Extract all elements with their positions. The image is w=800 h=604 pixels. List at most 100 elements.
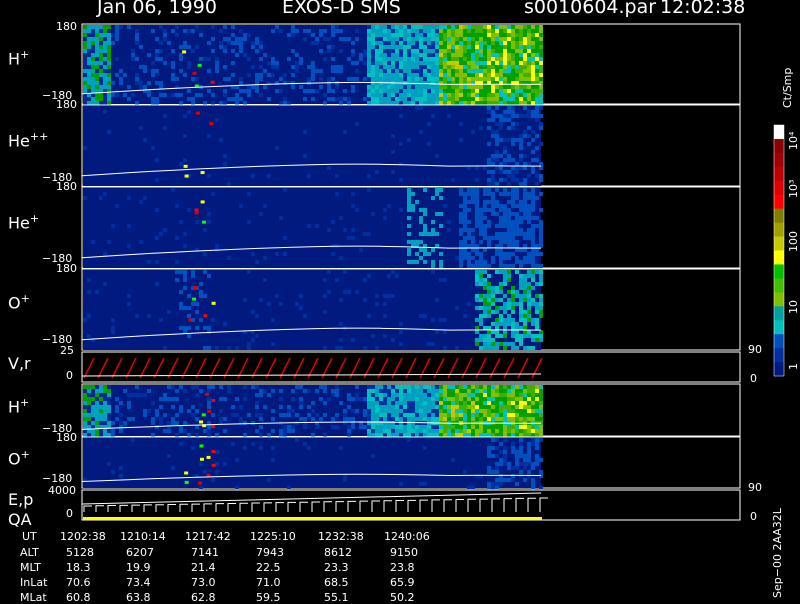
spectrogram-cell xyxy=(479,260,483,264)
spectrogram-cell xyxy=(415,429,419,433)
spectrogram-cell xyxy=(523,89,527,93)
spectrogram-cell xyxy=(91,240,95,244)
spectrogram-cell xyxy=(227,182,231,186)
spectrogram-cell xyxy=(479,294,483,298)
spectrogram-cell xyxy=(455,61,459,65)
spectrogram-cell xyxy=(375,89,379,93)
spectrogram-cell xyxy=(475,77,479,81)
spectrogram-cell xyxy=(375,65,379,69)
spectrogram-cell xyxy=(427,85,431,89)
spectrogram-cell xyxy=(423,25,427,29)
spectrogram-cell xyxy=(475,393,479,397)
spectrogram-cell xyxy=(507,97,511,101)
spectrogram-cell xyxy=(463,37,467,41)
spectrogram-cell xyxy=(527,33,531,37)
spectrogram-cell xyxy=(519,77,523,81)
spectrogram-cell xyxy=(163,37,167,41)
spectrogram-cell xyxy=(183,270,187,274)
spectrogram-cell xyxy=(371,454,375,458)
spectrogram-cell xyxy=(99,401,103,405)
spectrogram-cell xyxy=(111,330,115,334)
spectrogram-cell xyxy=(483,264,487,268)
spectrogram-cell xyxy=(531,101,535,105)
spectrogram-cell xyxy=(455,393,459,397)
spectrogram-cell xyxy=(523,256,527,260)
spectrogram-cell xyxy=(431,228,435,232)
spectrogram-cell xyxy=(371,41,375,45)
spectrogram-cell xyxy=(307,413,311,417)
spectrogram-cell xyxy=(495,122,499,126)
spectrogram-cell xyxy=(391,77,395,81)
spectrogram-cell xyxy=(523,29,527,33)
spectrogram-cell xyxy=(463,45,467,49)
spectrogram-cell xyxy=(339,101,343,105)
spectrogram-cell xyxy=(455,41,459,45)
spectrogram-cell xyxy=(223,429,227,433)
spectrogram-cell xyxy=(455,25,459,29)
spectrogram-cell xyxy=(207,174,211,178)
spectrogram-cell xyxy=(407,252,411,256)
spectrogram-cell xyxy=(411,33,415,37)
spectrogram-cell xyxy=(323,29,327,33)
spectrogram-cell xyxy=(415,33,419,37)
spectrogram-cell xyxy=(523,462,527,466)
spectrogram-cell xyxy=(107,130,111,134)
spectrogram-cell xyxy=(207,389,211,393)
spectrogram-cell xyxy=(435,89,439,93)
spectrogram-cell xyxy=(435,393,439,397)
spectrogram-cell xyxy=(327,228,331,232)
spectrogram-cell xyxy=(487,118,491,122)
spectrogram-cell xyxy=(299,294,303,298)
spectrogram-cell xyxy=(503,252,507,256)
spectrogram-cell xyxy=(499,33,503,37)
spectrogram-cell xyxy=(491,433,495,437)
spectrogram-cell xyxy=(295,385,299,389)
spectrogram-cell xyxy=(387,101,391,105)
spectrogram-cell xyxy=(375,49,379,53)
spectrogram-cell xyxy=(247,413,251,417)
spectrogram-cell xyxy=(531,114,535,118)
spectrogram-cell xyxy=(511,393,515,397)
spectrogram-cell xyxy=(439,318,443,322)
spectrogram-cell xyxy=(387,385,391,389)
spectrogram-cell xyxy=(499,208,503,212)
spectrogram-cell xyxy=(367,45,371,49)
spectrogram-cell xyxy=(303,442,307,446)
spectrogram-cell xyxy=(95,429,99,433)
spectrogram-cell xyxy=(475,389,479,393)
spectrogram-cell xyxy=(479,417,483,421)
spectrogram-cell xyxy=(491,162,495,166)
spectrogram-cell xyxy=(375,413,379,417)
spectrogram-cell xyxy=(87,393,91,397)
spectrogram-cell xyxy=(475,282,479,286)
spectrogram-cell xyxy=(111,33,115,37)
spectrogram-cell xyxy=(531,397,535,401)
spectrogram-cell xyxy=(467,69,471,73)
spectrogram-cell xyxy=(143,85,147,89)
spectrogram-cell xyxy=(435,33,439,37)
spectrogram-cell xyxy=(531,49,535,53)
spectrogram-cell xyxy=(459,256,463,260)
spectrogram-cell xyxy=(91,37,95,41)
spectrogram-cell xyxy=(411,413,415,417)
spectrogram-cell xyxy=(87,397,91,401)
spectrogram-cell xyxy=(183,232,187,236)
spectrogram-cell xyxy=(475,294,479,298)
spectrogram-cell xyxy=(419,130,423,134)
spectrogram-cell xyxy=(515,77,519,81)
spectrogram-cell xyxy=(515,256,519,260)
spectrogram-cell xyxy=(467,37,471,41)
spectrogram-cell xyxy=(539,298,543,302)
spectrogram-cell xyxy=(291,397,295,401)
spectrogram-cell xyxy=(431,61,435,65)
spectrogram-cell xyxy=(539,306,543,310)
spectrogram-cell xyxy=(103,45,107,49)
spectrogram-cell xyxy=(411,85,415,89)
spectrogram-cell xyxy=(383,65,387,69)
spectrogram-cell xyxy=(287,425,291,429)
spectrogram-cell xyxy=(255,37,259,41)
spectrogram-cell xyxy=(415,240,419,244)
spectrogram-cell xyxy=(495,236,499,240)
spectrogram-cell xyxy=(515,326,519,330)
spectrogram-cell xyxy=(407,61,411,65)
